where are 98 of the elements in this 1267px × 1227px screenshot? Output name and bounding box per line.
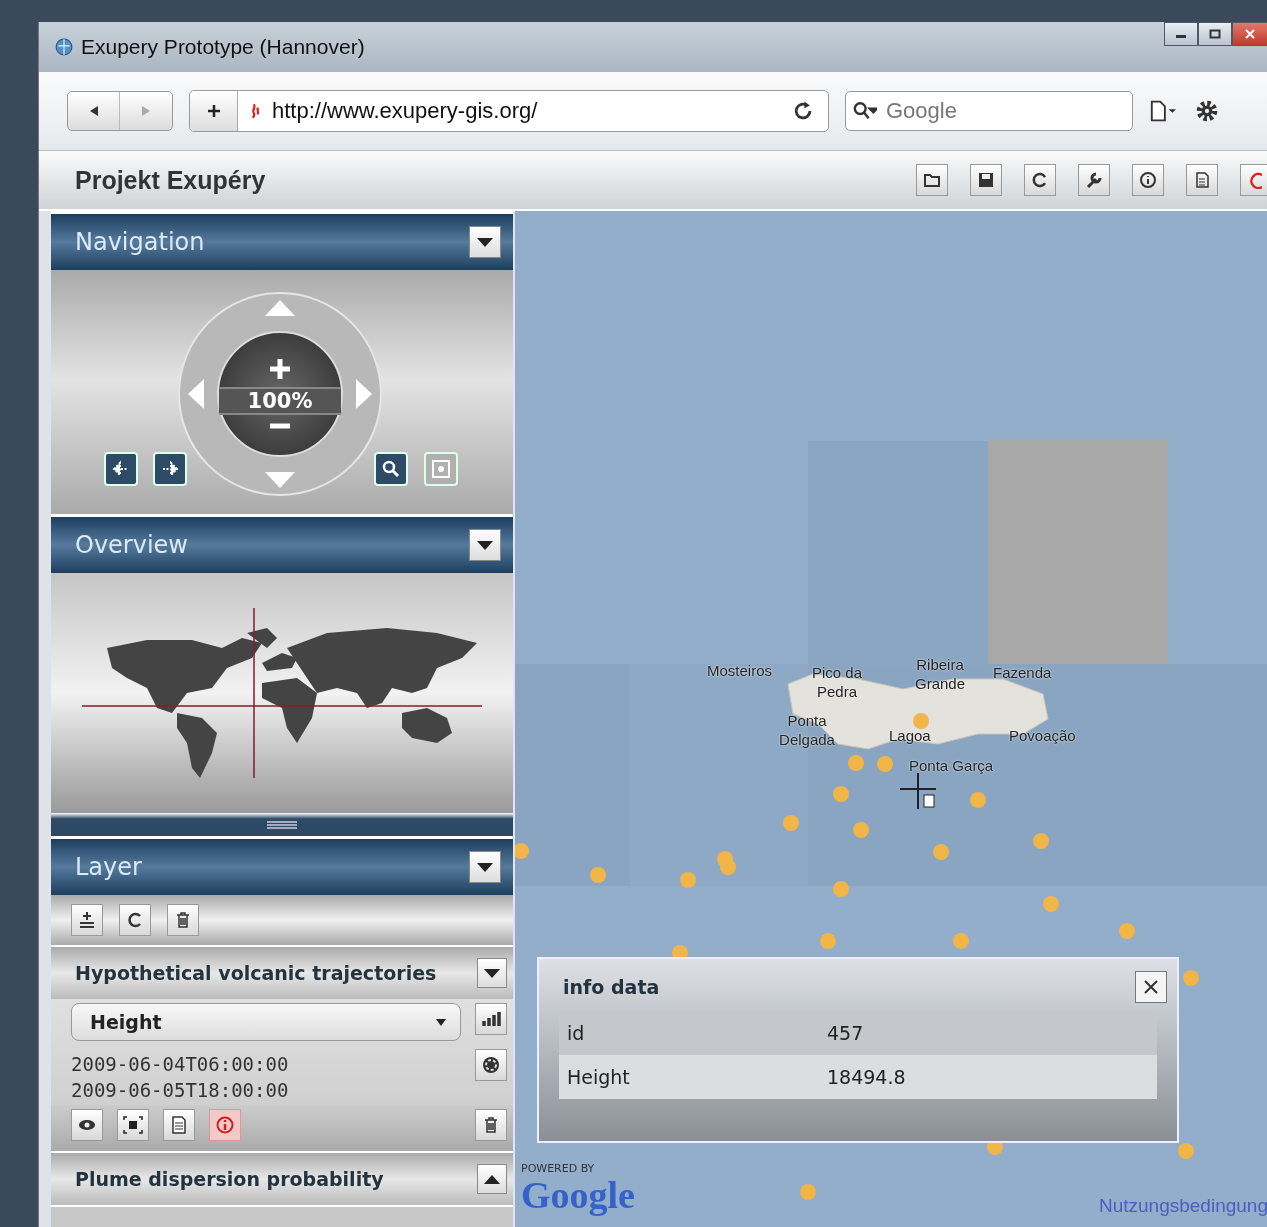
trash-icon <box>174 910 192 930</box>
maximize-button[interactable] <box>1198 22 1232 46</box>
terms-link[interactable]: Nutzungsbedingung <box>1098 1195 1267 1217</box>
maximize-icon <box>1209 29 1221 39</box>
url-text: http://www.exupery-gis.org/ <box>272 98 539 124</box>
trash-button[interactable] <box>475 1109 507 1141</box>
plus-minus-icon <box>78 910 96 930</box>
down-triangle-icon <box>483 967 501 979</box>
expand-button[interactable] <box>477 1164 507 1194</box>
trash-button[interactable] <box>167 904 199 936</box>
zoom-box-button[interactable] <box>374 452 408 486</box>
style-button[interactable] <box>475 1049 507 1081</box>
open-folder-button[interactable] <box>916 164 948 196</box>
place-label: Pico da Pedra <box>810 663 863 701</box>
down-triangle-icon <box>476 236 494 248</box>
address-bar[interactable]: http://www.exupery-gis.org/ <box>189 90 829 132</box>
eye-icon <box>77 1117 97 1133</box>
target-icon <box>431 459 451 479</box>
zoom-level: 100% <box>219 387 341 415</box>
minimize-button[interactable] <box>1164 22 1198 46</box>
close-icon <box>1244 29 1256 39</box>
reload-icon[interactable] <box>792 100 814 122</box>
refresh-icon <box>126 910 144 930</box>
panel-title: Layer <box>75 853 142 881</box>
wrench-button[interactable] <box>1078 164 1110 196</box>
field-name: id <box>567 1022 586 1044</box>
bar-chart-icon <box>481 1010 501 1028</box>
document-icon <box>1193 171 1211 189</box>
zoom-in-icon[interactable] <box>268 357 292 381</box>
popup-title: info data <box>563 976 660 998</box>
time-label: 2009-06-05T18:00:00 <box>71 1079 289 1101</box>
page-menu-icon[interactable] <box>1149 98 1177 124</box>
panel-header[interactable]: Layer <box>51 836 513 895</box>
power-button[interactable] <box>1240 164 1267 196</box>
magnifier-icon <box>381 459 401 479</box>
grip-icon <box>267 820 297 829</box>
document-icon <box>170 1115 188 1135</box>
add-bookmark-button[interactable] <box>190 91 238 131</box>
app-title: Projekt Exupéry <box>75 165 266 195</box>
time-label: 2009-06-04T06:00:00 <box>71 1053 289 1075</box>
add-remove-layer-button[interactable] <box>71 904 103 936</box>
search-field[interactable]: Google <box>845 91 1133 131</box>
refresh-button[interactable] <box>1024 164 1056 196</box>
place-label: Fazenda <box>993 663 1052 682</box>
field-name: Height <box>567 1066 631 1088</box>
frame-icon <box>123 1116 143 1134</box>
layer-name: Plume dispersion probability <box>75 1168 384 1190</box>
globe-icon <box>55 38 73 56</box>
close-icon <box>1143 979 1159 995</box>
place-label: Lagoa <box>889 726 931 745</box>
field-value: 18494.8 <box>827 1066 906 1088</box>
crosshair-cursor-icon <box>898 773 938 809</box>
folder-icon <box>923 171 941 189</box>
previous-view-button[interactable] <box>104 452 138 486</box>
visibility-button[interactable] <box>71 1109 103 1141</box>
zoom-to-layer-button[interactable] <box>117 1109 149 1141</box>
next-view-button[interactable] <box>153 452 187 486</box>
chart-button[interactable] <box>475 1003 507 1035</box>
info-icon <box>215 1115 235 1135</box>
down-triangle-icon <box>476 539 494 551</box>
google-logo: Google <box>521 1175 635 1215</box>
place-label: Ribeira Grande <box>913 655 966 693</box>
save-button[interactable] <box>970 164 1002 196</box>
field-value: 457 <box>827 1022 864 1044</box>
refresh-icon <box>1031 171 1049 189</box>
search-icon <box>853 101 877 121</box>
collapse-button[interactable] <box>469 529 501 561</box>
place-label: Mosteiros <box>707 661 773 680</box>
down-triangle-icon <box>476 861 494 873</box>
info-button[interactable] <box>1132 164 1164 196</box>
caret-icon <box>434 1017 448 1027</box>
wrench-icon <box>1085 171 1103 189</box>
place-label: Ponta Garça <box>909 756 994 775</box>
layer-name: Hypothetical volcanic trajectories <box>75 962 437 984</box>
panel-header[interactable]: Overview <box>51 514 513 573</box>
window-title: Exupery Prototype (Hannover) <box>81 35 365 59</box>
dial-icon <box>481 1055 501 1075</box>
trash-icon <box>482 1115 500 1135</box>
info-icon <box>1139 171 1157 189</box>
panel-title: Navigation <box>75 228 205 256</box>
expand-button[interactable] <box>477 958 507 988</box>
document-button[interactable] <box>163 1109 195 1141</box>
panel-splitter[interactable] <box>51 813 513 836</box>
zoom-out-icon[interactable] <box>268 421 292 431</box>
collapse-button[interactable] <box>469 851 501 883</box>
powered-by-label: POWERED BY <box>521 1162 596 1175</box>
up-triangle-icon <box>483 1173 501 1185</box>
refresh-button[interactable] <box>119 904 151 936</box>
collapse-button[interactable] <box>469 226 501 258</box>
close-button[interactable] <box>1232 22 1267 46</box>
place-label: Povoação <box>1009 726 1076 745</box>
place-label: Ponta Delgada <box>778 711 836 749</box>
plus-icon <box>205 103 222 119</box>
document-button[interactable] <box>1186 164 1218 196</box>
attribute-dropdown[interactable]: Height <box>71 1003 461 1041</box>
panel-title: Overview <box>75 531 188 559</box>
close-button[interactable] <box>1135 971 1167 1003</box>
panel-header[interactable]: Navigation <box>51 211 513 270</box>
